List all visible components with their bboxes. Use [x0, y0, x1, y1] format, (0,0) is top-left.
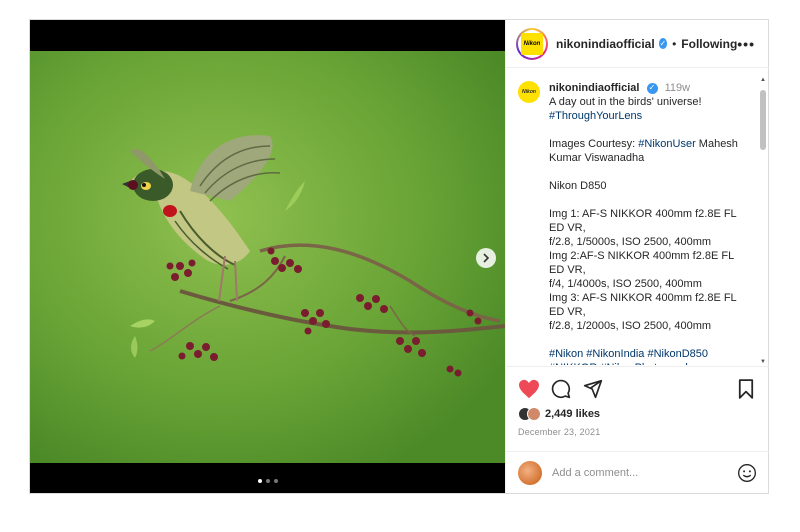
- caption-line: A day out in the birds' universe!: [549, 96, 702, 108]
- caption-hashtag-line: #NIKKOR #NikonPhotography: [549, 361, 745, 365]
- scroll-thumb[interactable]: [760, 90, 766, 150]
- nikon-logo: Nikon: [521, 32, 543, 55]
- caption-avatar[interactable]: Nikon: [518, 81, 540, 103]
- caption-line: f/4, 1/4000s, ISO 2500, 400mm: [549, 278, 702, 290]
- header-separator: •: [672, 36, 677, 51]
- comment-icon: [551, 379, 571, 399]
- verified-icon: ✓: [646, 82, 658, 94]
- bookmark-icon: [738, 379, 754, 399]
- share-button[interactable]: [582, 378, 604, 400]
- post-media: [30, 20, 505, 493]
- caption-scrollbar[interactable]: ▲ ▼: [759, 76, 767, 366]
- carousel-dot-active: [257, 479, 262, 483]
- user-avatar: [518, 460, 542, 485]
- post-image[interactable]: [30, 51, 505, 463]
- following-button[interactable]: Following: [681, 37, 737, 51]
- actions-section: 2,449 likes December 23, 2021: [506, 366, 769, 451]
- carousel-indicator: [30, 479, 505, 483]
- chevron-right-icon: [483, 253, 490, 263]
- instagram-post: Nikon nikonindiaofficial ✓ • Following •…: [29, 19, 769, 494]
- caption-line: Nikon D850: [549, 180, 607, 192]
- caption-line: Img 1: AF-S NIKKOR 400mm f2.8E FL ED VR,: [549, 208, 737, 234]
- scroll-down-arrow[interactable]: ▼: [759, 358, 767, 366]
- caption-line: Img 2:AF-S NIKKOR 400mm f2.8E FL ED VR,: [549, 250, 734, 276]
- caption-section: Nikon nikonindiaofficial ✓ 119w A day ou…: [506, 69, 769, 365]
- profile-avatar[interactable]: Nikon: [516, 27, 548, 60]
- likes-row: 2,449 likes: [518, 407, 757, 421]
- caption-text: nikonindiaofficial ✓ 119w A day out in t…: [549, 81, 745, 365]
- emoji-icon[interactable]: [737, 463, 757, 483]
- save-button[interactable]: [735, 378, 757, 400]
- more-options-button[interactable]: •••: [737, 36, 755, 52]
- action-bar: [518, 377, 757, 401]
- caption-hashtag[interactable]: #NikonUser: [638, 138, 695, 150]
- caption-line: f/2.8, 1/5000s, ISO 2500, 400mm: [549, 236, 712, 248]
- caption-line: f/2.8, 1/2000s, ISO 2500, 400mm: [549, 320, 712, 332]
- next-image-button[interactable]: [476, 248, 496, 268]
- caption-username[interactable]: nikonindiaofficial: [549, 82, 639, 94]
- caption-hashtag-line: #ThroughYourLens: [549, 110, 643, 122]
- comment-section: [506, 451, 769, 493]
- comment-button[interactable]: [550, 378, 572, 400]
- scroll-up-arrow[interactable]: ▲: [759, 76, 767, 84]
- caption-row: Nikon nikonindiaofficial ✓ 119w A day ou…: [506, 69, 769, 365]
- bird-photo: [30, 51, 505, 463]
- post-header: Nikon nikonindiaofficial ✓ • Following •…: [506, 20, 769, 68]
- liker-avatar[interactable]: [527, 407, 541, 421]
- caption-credit-line: Images Courtesy: #NikonUser Mahesh Kumar…: [549, 137, 745, 165]
- likes-count[interactable]: 2,449 likes: [545, 408, 600, 420]
- caption-line: Img 3: AF-S NIKKOR 400mm f2.8E FL ED VR,: [549, 292, 737, 318]
- caption-lines: A day out in the birds' universe! #Throug…: [549, 95, 745, 365]
- post-date: December 23, 2021: [518, 427, 601, 437]
- comment-input[interactable]: [552, 466, 722, 479]
- share-icon: [583, 379, 603, 399]
- post-time: 119w: [664, 82, 691, 94]
- carousel-dot: [273, 479, 278, 483]
- heart-icon: [519, 379, 539, 399]
- verified-icon: ✓: [658, 38, 668, 49]
- header-username[interactable]: nikonindiaofficial: [556, 37, 655, 51]
- carousel-dot: [265, 479, 270, 483]
- caption-credit-prefix: Images Courtesy:: [549, 138, 639, 150]
- caption-hashtag-line: #Nikon #NikonIndia #NikonD850: [549, 348, 708, 360]
- like-button[interactable]: [518, 378, 540, 400]
- post-sidebar: Nikon nikonindiaofficial ✓ • Following •…: [505, 20, 769, 493]
